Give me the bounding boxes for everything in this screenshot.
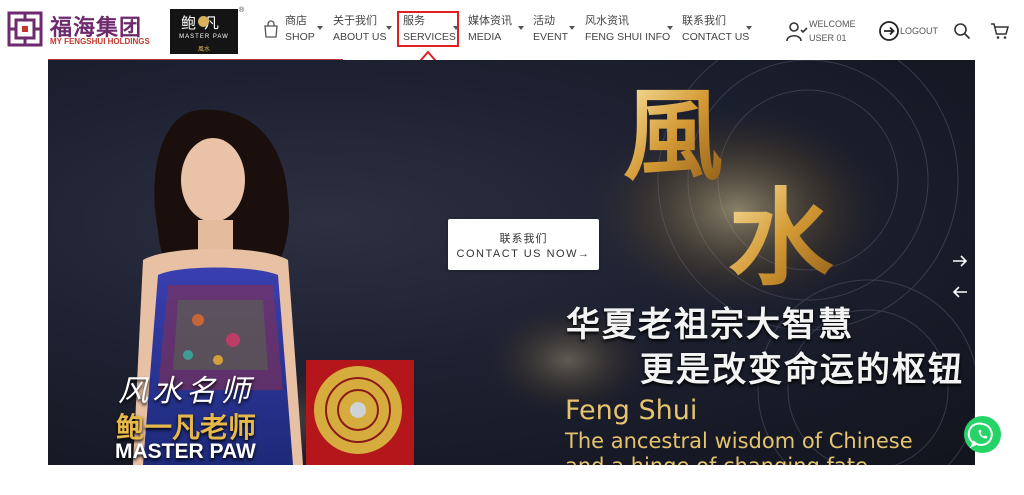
logout-label: LOGOUT (900, 26, 939, 36)
master-logo-english: MASTER PAW (179, 34, 229, 40)
master-logo-sub: 風水 (197, 47, 210, 53)
hero-banner: 風 水 联系我们 CONTACT US NOW→ 华夏老祖宗大智慧 更是改变命运… (48, 60, 975, 465)
nav-about-en: ABOUT US (333, 31, 387, 43)
nav-shop-en: SHOP (285, 31, 315, 43)
cta-cn-label: 联系我们 (499, 233, 548, 245)
cart-icon[interactable] (990, 21, 1010, 41)
nav-contact-en: CONTACT US (682, 31, 750, 43)
my-fengshui-holdings-logo[interactable]: 福海集团 MY FENGSHUI HOLDINGS (6, 10, 156, 50)
services-highlight-box (397, 11, 459, 47)
feng-shui-title: Feng Shui (565, 395, 698, 426)
user-check-icon (786, 22, 808, 42)
nav-about-cn: 关于我们 (333, 15, 377, 27)
chevron-down-icon (386, 26, 392, 30)
whatsapp-button[interactable] (964, 416, 1001, 453)
search-icon[interactable] (953, 22, 971, 40)
arrow-right-icon[interactable] (951, 253, 969, 269)
nav-media[interactable]: 媒体资讯 MEDIA (468, 13, 524, 45)
chevron-down-icon (569, 26, 575, 30)
arrow-left-icon[interactable] (951, 284, 969, 300)
nav-event-en: EVENT (533, 31, 569, 43)
cta-en-label: CONTACT US NOW→ (456, 248, 591, 260)
slogan-line-2: 更是改变命运的枢钮 (640, 350, 964, 390)
slogan-line-1: 华夏老祖宗大智慧 (566, 305, 854, 345)
luopan-compass (306, 360, 414, 465)
whatsapp-icon (967, 422, 993, 449)
nav-fengshui-en: FENG SHUI INFO (585, 31, 671, 43)
fengshui-brush-text-1: 風 (623, 76, 723, 194)
user-name: USER 01 (809, 33, 847, 43)
nav-contact-cn: 联系我们 (682, 15, 726, 27)
nav-fengshui-info[interactable]: 风水资讯 FENG SHUI INFO (585, 13, 673, 45)
nav-contact-us[interactable]: 联系我们 CONTACT US (682, 13, 752, 45)
nav-event[interactable]: 活动 EVENT (533, 13, 575, 45)
welcome-text: WELCOME USER 01 (809, 17, 856, 45)
logout-arrow-icon (879, 21, 899, 41)
contact-us-now-button[interactable]: 联系我们 CONTACT US NOW→ (448, 219, 599, 270)
welcome-label: WELCOME (809, 19, 856, 29)
chevron-down-icon (518, 26, 524, 30)
master-title-cn: 风水名师 (118, 374, 254, 409)
nav-media-en: MEDIA (468, 31, 502, 43)
coin-icon (198, 16, 209, 27)
registered-mark: ® (239, 7, 245, 14)
logo-english-text: MY FENGSHUI HOLDINGS (50, 37, 150, 46)
feng-shui-subtitle-1: The ancestral wisdom of Chinese (565, 429, 913, 453)
nav-media-cn: 媒体资讯 (468, 15, 512, 27)
nav-fengshui-cn: 风水资讯 (585, 15, 629, 27)
chevron-down-icon (667, 26, 673, 30)
chevron-down-icon (317, 26, 323, 30)
fengshui-brush-text-2: 水 (728, 176, 834, 300)
master-paw-logo[interactable]: 鲍凡 MASTER PAW 風水 ® (170, 7, 244, 54)
nav-shop[interactable]: 商店 SHOP (285, 13, 323, 45)
shopping-bag-icon (264, 20, 278, 38)
nav-about-us[interactable]: 关于我们 ABOUT US (333, 13, 392, 45)
knot-logo-icon (7, 11, 43, 47)
nav-shop-cn: 商店 (285, 15, 307, 27)
site-header: 福海集团 MY FENGSHUI HOLDINGS 鲍凡 MASTER PAW … (0, 0, 1024, 85)
chevron-down-icon (746, 26, 752, 30)
feng-shui-subtitle-2: and a hinge of changing fate (565, 454, 868, 465)
nav-event-cn: 活动 (533, 15, 555, 27)
master-name-en: MASTER PAW (115, 440, 256, 463)
